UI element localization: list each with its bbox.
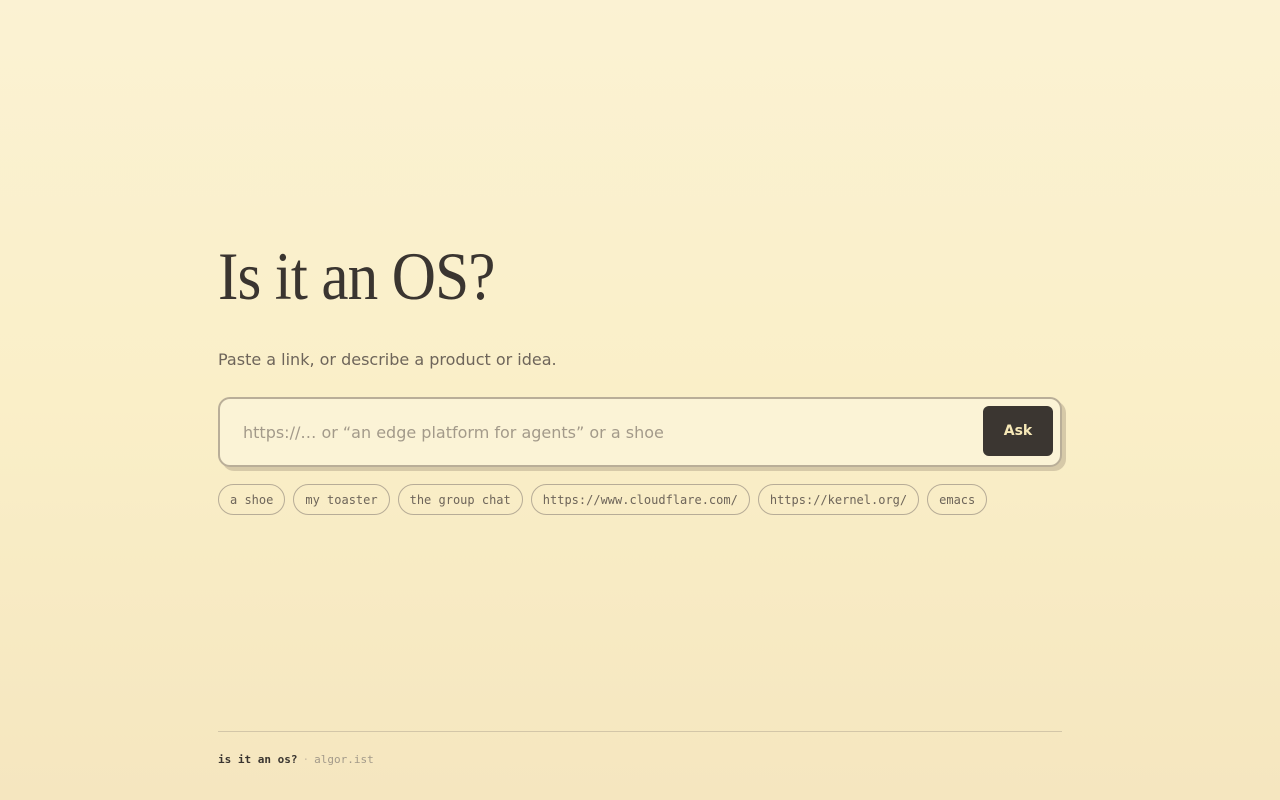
footer-separator: · (302, 753, 310, 766)
search-input[interactable] (243, 399, 973, 465)
page-title: Is it an OS? (218, 238, 495, 314)
suggestion-chip-group-chat[interactable]: the group chat (397, 484, 523, 515)
suggestion-chip-my-toaster[interactable]: my toaster (293, 484, 390, 515)
ask-button[interactable]: Ask (983, 406, 1053, 456)
suggestion-chip-kernel[interactable]: https://kernel.org/ (757, 484, 920, 515)
search-box: Ask (218, 397, 1062, 467)
page: Is it an OS? Paste a link, or describe a… (218, 0, 1062, 800)
footer-site-name: is it an os? (218, 753, 298, 766)
footer: is it an os? · algor.ist (218, 752, 374, 768)
suggestion-chip-emacs[interactable]: emacs (927, 484, 988, 515)
footer-link[interactable]: algor.ist (314, 753, 374, 766)
page-subtitle: Paste a link, or describe a product or i… (218, 350, 557, 369)
suggestion-chip-a-shoe[interactable]: a shoe (218, 484, 286, 515)
suggestion-chips: a shoe my toaster the group chat https:/… (218, 484, 988, 515)
footer-divider (218, 731, 1062, 732)
suggestion-chip-cloudflare[interactable]: https://www.cloudflare.com/ (530, 484, 750, 515)
